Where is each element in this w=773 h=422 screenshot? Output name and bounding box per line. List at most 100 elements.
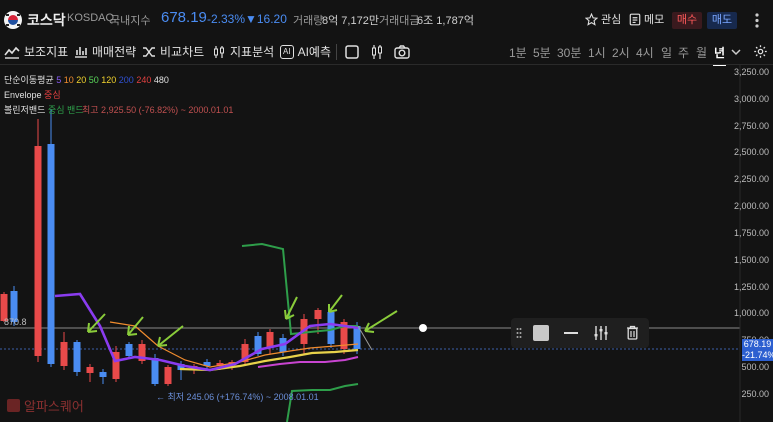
reference-value: 870.8 — [4, 317, 27, 327]
chart-toolbar: 보조지표 매매전략 비교차트 지표분석 AI AI예측 1분 5분 30분 1시… — [0, 40, 773, 66]
annotation-arrows — [87, 294, 398, 347]
ma-lower-line — [257, 356, 359, 368]
drag-handle-icon[interactable] — [516, 327, 522, 339]
bollinger-label: 볼린저밴드 — [4, 105, 46, 115]
candle-body — [73, 342, 81, 372]
bollinger-legend: 볼린저밴드 중심 밴드 — [4, 103, 84, 116]
header: 코스닥 KOSDAQ 국내지수 678.19 -2.33% ▼16.20 거래량… — [0, 0, 773, 40]
watermark-text: 알파스퀘어 — [24, 399, 84, 414]
analysis-button[interactable]: 지표분석 — [212, 43, 274, 60]
index-kind: 국내지수 — [110, 15, 151, 27]
period-year[interactable]: 년 — [712, 44, 727, 66]
drawing-toolbar — [511, 318, 649, 348]
period-30m[interactable]: 30분 — [557, 44, 581, 61]
shuffle-icon — [143, 46, 155, 57]
candle-body — [314, 310, 322, 319]
ai-predict-button[interactable]: AI AI예측 — [280, 43, 331, 60]
watermark: 알파스퀘어 — [7, 396, 84, 415]
low-annotation: ← 최저 245.06 (+176.74%) ~ 2008.01.01 — [156, 392, 319, 402]
axis-tick-label: 1,500.00 — [733, 255, 769, 265]
ma-legend-label: 단순이동평균 — [4, 75, 54, 85]
buy-button[interactable]: 매수 — [672, 12, 702, 29]
period-1h[interactable]: 1시 — [588, 44, 606, 61]
period-day[interactable]: 일 — [661, 44, 672, 61]
candle-body — [47, 144, 55, 364]
compare-button[interactable]: 비교차트 — [142, 43, 204, 60]
chevron-down-icon[interactable] — [731, 48, 741, 56]
axis-tick-label: 1,750.00 — [733, 228, 769, 238]
strategy-label: 매매전략 — [92, 45, 137, 59]
ma-10-line — [109, 321, 359, 368]
index-name: 코스닥 — [27, 12, 66, 28]
amount-value: 6조 1,787억 — [417, 15, 474, 27]
color-swatch-button[interactable] — [533, 325, 549, 341]
memo-icon — [629, 13, 641, 25]
camera-icon[interactable] — [394, 45, 410, 59]
line-handle[interactable] — [419, 324, 427, 332]
envelope-label: Envelope — [4, 90, 42, 100]
strategy-icon — [75, 46, 87, 58]
more-icon[interactable] — [755, 13, 759, 28]
ma-periods: 5 10 20 50 120 200 240 480 — [56, 75, 169, 85]
period-week[interactable]: 주 — [678, 44, 689, 61]
ma-period-480: 480 — [153, 75, 169, 85]
watchlist-button[interactable]: 관심 — [585, 11, 621, 27]
watermark-logo-icon — [7, 399, 20, 412]
star-icon — [585, 12, 598, 26]
period-4h[interactable]: 4시 — [636, 44, 654, 61]
ma-period-20: 20 — [76, 75, 89, 85]
high-annotation: 최고 2,925.50 (-76.82%) ~ 2000.01.01 — [82, 105, 234, 115]
change-value: ▼16.20 — [245, 12, 287, 26]
candle-body — [125, 344, 133, 356]
ma-period-120: 120 — [101, 75, 119, 85]
strategy-button[interactable]: 매매전략 — [74, 43, 136, 60]
indicator-label: 보조지표 — [24, 45, 69, 59]
indicator-icon — [4, 46, 20, 59]
period-5m[interactable]: 5분 — [533, 44, 551, 61]
square-icon[interactable] — [345, 45, 359, 59]
envelope-legend: Envelope 중심 — [4, 88, 61, 101]
bollinger-upper — [241, 242, 358, 336]
axis-tick-label: 2,750.00 — [733, 121, 769, 131]
candlestick-type-icon[interactable] — [370, 44, 384, 60]
amount-label: 거래대금 — [379, 15, 420, 27]
price-chart[interactable] — [0, 64, 773, 422]
line-style-button[interactable] — [564, 332, 578, 334]
compare-label: 비교차트 — [160, 45, 205, 59]
analysis-label: 지표분석 — [230, 45, 275, 59]
candle-icon — [214, 45, 224, 58]
candle-body — [86, 367, 94, 373]
ma-legend: 단순이동평균 5 10 20 50 120 200 240 480 — [4, 73, 169, 86]
envelope-sub: 중심 — [44, 90, 61, 100]
axis-tick-label: 1,000.00 — [733, 308, 769, 318]
ma-period-50: 50 — [88, 75, 102, 85]
indicator-button[interactable]: 보조지표 — [4, 43, 68, 60]
ma-period-5: 5 — [56, 75, 64, 85]
bollinger-sub: 중심 밴드 — [47, 105, 84, 115]
axis-tick-label: 250.00 — [741, 389, 769, 399]
volume-label: 거래량 — [293, 15, 324, 27]
ma-period-240: 240 — [136, 75, 154, 85]
trash-icon[interactable] — [626, 325, 639, 340]
candle-body — [34, 146, 42, 356]
gear-icon[interactable] — [753, 44, 768, 59]
candle-body — [327, 312, 335, 344]
period-2h[interactable]: 2시 — [612, 44, 630, 61]
axis-tick-label: 1,250.00 — [733, 282, 769, 292]
ai-icon: AI — [280, 44, 294, 59]
memo-button[interactable]: 메모 — [629, 11, 664, 27]
period-month[interactable]: 월 — [696, 44, 707, 61]
current-price: 678.19 — [161, 9, 207, 26]
axis-tick-label: 3,000.00 — [733, 94, 769, 104]
period-1m[interactable]: 1분 — [509, 44, 527, 61]
sell-button[interactable]: 매도 — [707, 12, 737, 29]
index-code: KOSDAQ — [67, 12, 115, 24]
settings-sliders-icon[interactable] — [594, 325, 608, 341]
candle-body — [99, 372, 107, 377]
ma-period-10: 10 — [63, 75, 77, 85]
memo-label: 메모 — [644, 14, 665, 26]
candle-body — [60, 342, 68, 366]
axis-tick-label: 3,250.00 — [733, 67, 769, 77]
candle-body — [164, 367, 172, 384]
korea-flag-icon — [4, 11, 22, 29]
